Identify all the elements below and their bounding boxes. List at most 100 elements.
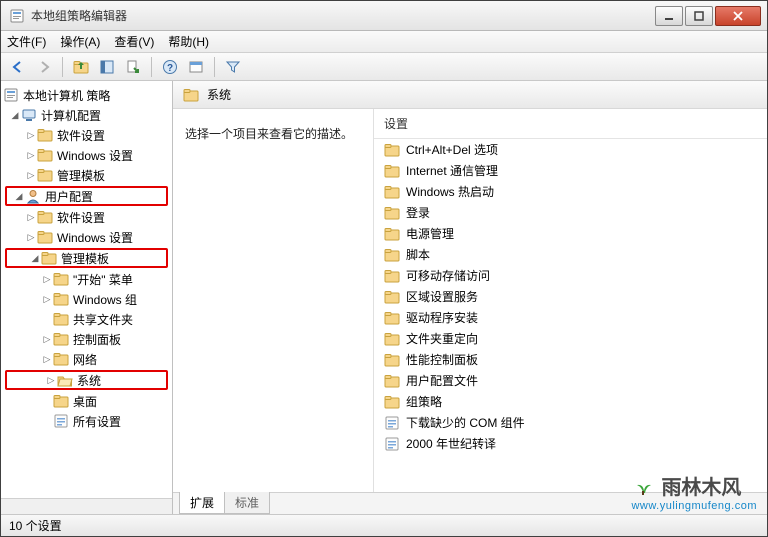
tree-item[interactable]: ▷ Windows 组 xyxy=(3,289,170,309)
expand-icon[interactable]: ▷ xyxy=(25,212,37,223)
tree-item[interactable]: ▷网络 xyxy=(3,349,170,369)
app-icon xyxy=(9,8,25,24)
tab-extended[interactable]: 扩展 xyxy=(179,492,225,514)
horizontal-scrollbar[interactable] xyxy=(1,498,172,514)
folder-icon xyxy=(53,351,69,367)
maximize-button[interactable] xyxy=(685,6,713,26)
description-text: 选择一个项目来查看它的描述。 xyxy=(185,125,361,142)
tree-item[interactable]: ▷Windows 设置 xyxy=(3,145,170,165)
list-item[interactable]: 脚本 xyxy=(374,244,767,265)
folder-icon xyxy=(37,229,53,245)
toolbar-separator xyxy=(214,57,215,77)
view-tabs: 扩展 标准 xyxy=(173,492,767,514)
up-button[interactable] xyxy=(70,56,92,78)
tree-item[interactable]: ▷"开始" 菜单 xyxy=(3,269,170,289)
collapse-icon[interactable]: ◢ xyxy=(13,191,25,202)
folder-icon xyxy=(384,331,400,347)
export-list-button[interactable] xyxy=(122,56,144,78)
tree-label: 所有设置 xyxy=(73,413,121,430)
list-item-label: Windows 热启动 xyxy=(406,183,494,200)
expand-icon[interactable]: ▷ xyxy=(25,170,37,181)
toolbar: ? xyxy=(1,53,767,81)
list-item-label: 下载缺少的 COM 组件 xyxy=(406,414,525,431)
window-titlebar: 本地组策略编辑器 xyxy=(1,1,767,31)
expand-icon[interactable]: ▷ xyxy=(45,375,57,386)
tree-item[interactable]: ▷ Windows 设置 xyxy=(3,227,170,247)
list-item[interactable]: Ctrl+Alt+Del 选项 xyxy=(374,139,767,160)
tree-computer-config[interactable]: ◢ 计算机配置 xyxy=(3,105,170,125)
menu-file[interactable]: 文件(F) xyxy=(7,33,46,50)
tree-label: 桌面 xyxy=(73,393,97,410)
show-hide-tree-button[interactable] xyxy=(96,56,118,78)
tree-label: Windows 设置 xyxy=(57,229,133,246)
properties-button[interactable] xyxy=(185,56,207,78)
tree-label: 控制面板 xyxy=(73,331,121,348)
tree-label: 管理模板 xyxy=(57,167,105,184)
menu-action[interactable]: 操作(A) xyxy=(60,33,100,50)
tree-label: 用户配置 xyxy=(45,188,93,205)
list-item[interactable]: Internet 通信管理 xyxy=(374,160,767,181)
list-item[interactable]: Windows 热启动 xyxy=(374,181,767,202)
expand-icon[interactable]: ▷ xyxy=(41,274,53,285)
expand-icon[interactable]: ▷ xyxy=(41,334,53,345)
tree-item[interactable]: ▷软件设置 xyxy=(3,125,170,145)
tree-item[interactable]: 桌面 xyxy=(3,391,170,411)
folder-icon xyxy=(384,163,400,179)
list-item[interactable]: 驱动程序安装 xyxy=(374,307,767,328)
menu-help[interactable]: 帮助(H) xyxy=(168,33,209,50)
list-item[interactable]: 2000 年世纪转译 xyxy=(374,433,767,454)
list-item-label: 区域设置服务 xyxy=(406,288,478,305)
list-item[interactable]: 可移动存储访问 xyxy=(374,265,767,286)
list-item[interactable]: 电源管理 xyxy=(374,223,767,244)
folder-icon xyxy=(384,373,400,389)
expand-icon[interactable]: ▷ xyxy=(25,232,37,243)
list-item-label: 登录 xyxy=(406,204,430,221)
folder-icon xyxy=(384,142,400,158)
expand-icon[interactable]: ▷ xyxy=(25,130,37,141)
description-panel: 选择一个项目来查看它的描述。 xyxy=(173,109,373,492)
list-item[interactable]: 性能控制面板 xyxy=(374,349,767,370)
forward-button[interactable] xyxy=(33,56,55,78)
column-header-setting[interactable]: 设置 xyxy=(374,109,767,139)
collapse-icon[interactable]: ◢ xyxy=(9,110,21,121)
help-button[interactable]: ? xyxy=(159,56,181,78)
tab-standard[interactable]: 标准 xyxy=(224,492,270,514)
tree-item[interactable]: ▷软件设置 xyxy=(3,207,170,227)
tree-label: 计算机配置 xyxy=(41,107,101,124)
filter-button[interactable] xyxy=(222,56,244,78)
tree-pane[interactable]: 本地计算机 策略 ◢ 计算机配置 ▷软件设置 ▷ Windows 设置 ▷ 管理模板… xyxy=(1,81,173,514)
folder-icon xyxy=(53,311,69,327)
tree-item[interactable]: ▷ 控制面板 xyxy=(3,329,170,349)
list-item[interactable]: 文件夹重定向 xyxy=(374,328,767,349)
list-item[interactable]: 组策略 xyxy=(374,391,767,412)
tree-all-settings[interactable]: 所有设置 xyxy=(3,411,170,431)
collapse-icon[interactable]: ◢ xyxy=(29,253,41,264)
tree-label: Windows 组 xyxy=(73,291,137,308)
close-button[interactable] xyxy=(715,6,761,26)
list-item[interactable]: 登录 xyxy=(374,202,767,223)
list-item-label: 文件夹重定向 xyxy=(406,330,478,347)
list-item[interactable]: 区域设置服务 xyxy=(374,286,767,307)
tree-root[interactable]: 本地计算机 策略 xyxy=(3,85,170,105)
items-list[interactable]: 设置 Ctrl+Alt+Del 选项Internet 通信管理 Windows 热… xyxy=(373,109,767,492)
folder-icon xyxy=(384,310,400,326)
tree-item[interactable]: 共享文件夹 xyxy=(3,309,170,329)
list-item[interactable]: 下载缺少的 COM 组件 xyxy=(374,412,767,433)
back-button[interactable] xyxy=(7,56,29,78)
toolbar-separator xyxy=(62,57,63,77)
list-item-label: 驱动程序安装 xyxy=(406,309,478,326)
list-item[interactable]: 用户配置文件 xyxy=(374,370,767,391)
menu-view[interactable]: 查看(V) xyxy=(114,33,154,50)
expand-icon[interactable]: ▷ xyxy=(25,150,37,161)
folder-icon xyxy=(384,268,400,284)
folder-icon xyxy=(37,167,53,183)
detail-pane: 系统 选择一个项目来查看它的描述。 设置 Ctrl+Alt+Del 选项Inte… xyxy=(173,81,767,514)
folder-icon xyxy=(37,147,53,163)
tree-system[interactable]: ▷系统 xyxy=(5,370,168,390)
expand-icon[interactable]: ▷ xyxy=(41,354,53,365)
tree-admin-templates[interactable]: ◢管理模板 xyxy=(5,248,168,268)
expand-icon[interactable]: ▷ xyxy=(41,294,53,305)
minimize-button[interactable] xyxy=(655,6,683,26)
tree-item[interactable]: ▷ 管理模板 xyxy=(3,165,170,185)
tree-user-config[interactable]: ◢ 用户配置 xyxy=(5,186,168,206)
